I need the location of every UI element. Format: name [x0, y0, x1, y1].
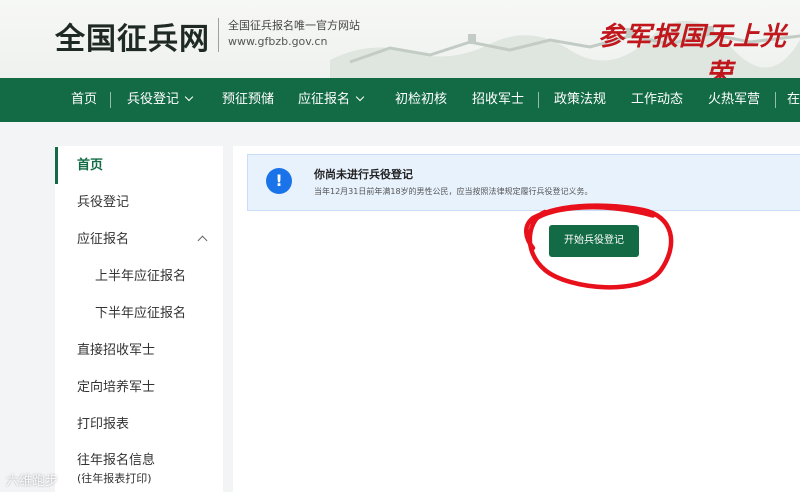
slogan-calligraphy-2: 无上光荣 [706, 22, 788, 78]
nav-item-enlistment-signup[interactable]: 应征报名 [298, 78, 365, 122]
nav-label: 初检初核 [395, 92, 448, 107]
sidebar-item-directed-training[interactable]: 定向培养军士 [55, 369, 223, 406]
nav-item-pre-enlistment[interactable]: 预征预储 [222, 78, 274, 122]
chevron-down-icon [355, 92, 365, 102]
nav-item-home[interactable]: 首页 [71, 78, 97, 122]
watermark: 六维跑步 [6, 474, 59, 489]
nav-item-military-registration[interactable]: 兵役登记 [127, 78, 194, 122]
nav-item-policies[interactable]: 政策法规 [554, 78, 606, 122]
logo-divider [218, 18, 219, 52]
nav-label: 在 [787, 92, 800, 107]
nav-label: 工作动态 [631, 92, 684, 107]
nav-label: 首页 [71, 92, 98, 107]
nav-label: 兵役登记 [127, 92, 180, 107]
sidebar-item-sublabel: (往年报表打印) [77, 472, 152, 485]
sidebar-item-first-half-signup[interactable]: 上半年应征报名 [55, 258, 223, 295]
sidebar-item-label: 应征报名 [77, 232, 130, 247]
sidebar-item-second-half-signup[interactable]: 下半年应征报名 [55, 295, 223, 332]
chevron-down-icon [184, 92, 194, 102]
alert-title: 你尚未进行兵役登记 [314, 168, 413, 181]
nav-item-more[interactable]: 在 [787, 78, 800, 122]
nav-label: 招收军士 [472, 92, 525, 107]
nav-item-news[interactable]: 工作动态 [631, 78, 683, 122]
nav-divider [538, 92, 539, 108]
nav-item-sergeant-recruit[interactable]: 招收军士 [472, 78, 524, 122]
chevron-up-icon [197, 235, 208, 246]
main-content: ! 你尚未进行兵役登记 当年12月31日前年满18岁的男性公民，应当按照法律规定… [233, 146, 800, 492]
site-logo-title[interactable]: 全国征兵网 [55, 14, 210, 58]
nav-divider [775, 92, 776, 108]
nav-label: 预征预储 [222, 92, 275, 107]
nav-item-initial-check[interactable]: 初检初核 [395, 78, 447, 122]
sidebar-item-past-signup-info[interactable]: 往年报名信息 (往年报表打印) [55, 450, 223, 492]
sidebar-item-label: 往年报名信息 [77, 453, 156, 468]
sidebar: 首页 兵役登记 应征报名 上半年应征报名 下半年应征报名 直接招收军士 定向培养… [55, 146, 223, 492]
site-logo-subtitle: 全国征兵报名唯一官方网站 [228, 19, 360, 32]
sidebar-item-enlistment-signup[interactable]: 应征报名 [55, 221, 223, 258]
nav-item-military-camp[interactable]: 火热军营 [708, 78, 760, 122]
nav-divider [110, 92, 111, 108]
alert-description: 当年12月31日前年满18岁的男性公民，应当按照法律规定履行兵役登记义务。 [314, 187, 593, 196]
sidebar-item-print-report[interactable]: 打印报表 [55, 406, 223, 443]
start-registration-button[interactable]: 开始兵役登记 [549, 225, 639, 257]
slogan-calligraphy-1: 参军报国 [598, 22, 707, 52]
site-header: 全国征兵网 全国征兵报名唯一官方网站 www.gfbzb.gov.cn 参军报国… [0, 0, 800, 78]
nav-label: 火热军营 [708, 92, 761, 107]
sidebar-item-home[interactable]: 首页 [55, 147, 223, 184]
site-logo-url: www.gfbzb.gov.cn [228, 35, 328, 48]
nav-label: 应征报名 [298, 92, 351, 107]
sidebar-item-direct-sergeant[interactable]: 直接招收军士 [55, 332, 223, 369]
nav-label: 政策法规 [554, 92, 607, 107]
main-nav: 首页 兵役登记 预征预储 应征报名 初检初核 招收军士 政策法规 工作动态 火热… [0, 78, 800, 122]
exclamation-icon: ! [266, 168, 292, 194]
registration-alert: ! 你尚未进行兵役登记 当年12月31日前年满18岁的男性公民，应当按照法律规定… [247, 154, 800, 211]
sidebar-item-military-registration[interactable]: 兵役登记 [55, 184, 223, 221]
